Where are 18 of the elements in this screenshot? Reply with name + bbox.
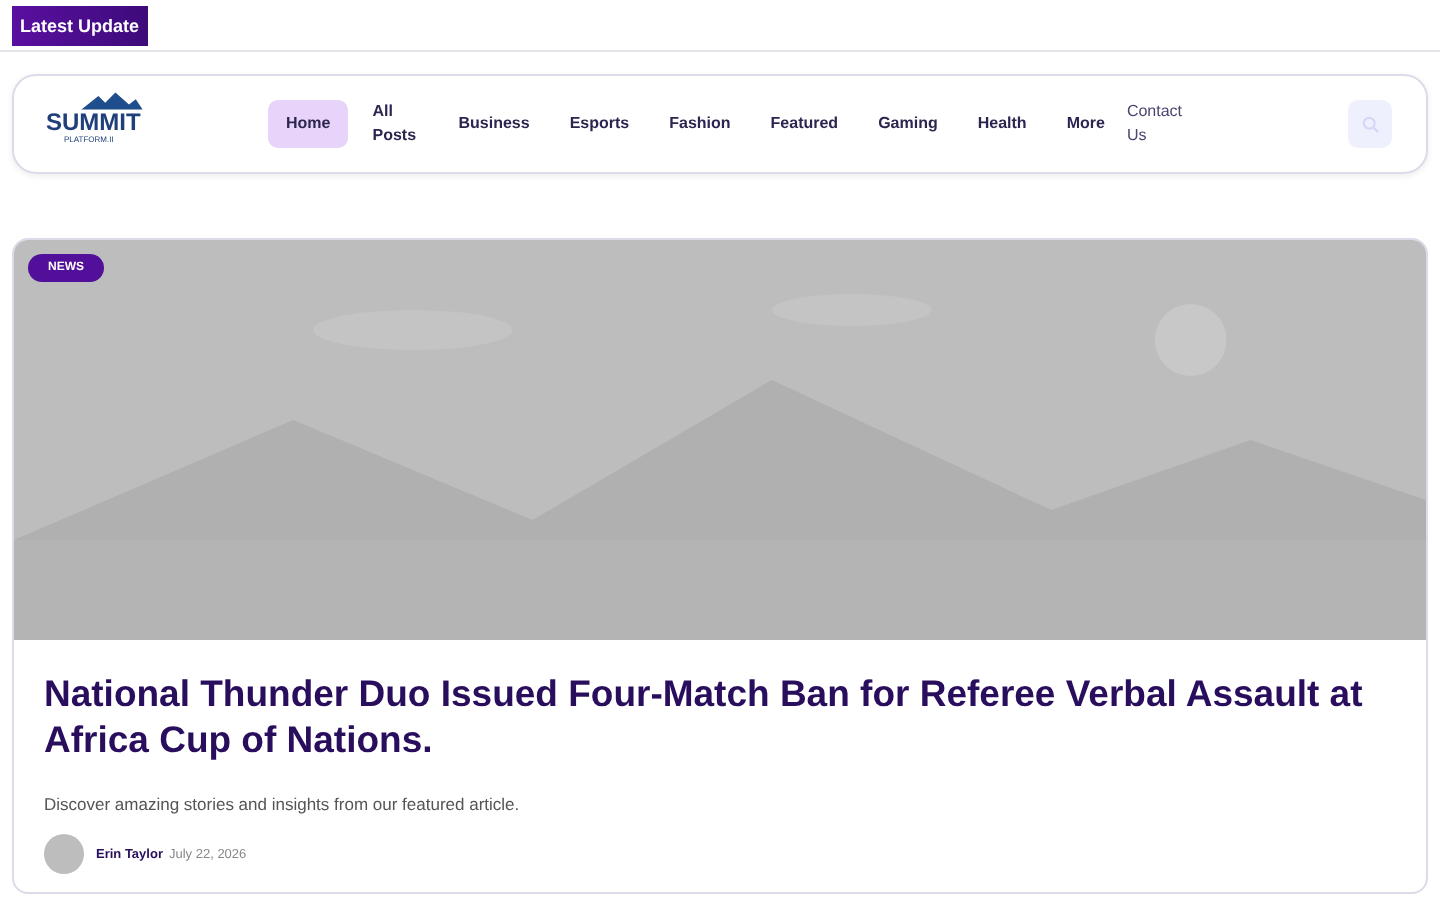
nav-link[interactable]: Contact Us — [1126, 100, 1191, 148]
nav-link[interactable]: Home — [268, 100, 349, 148]
logo-text[interactable]: SUMMIT — [46, 109, 141, 133]
search-button[interactable] — [1348, 100, 1392, 148]
article-title[interactable]: National Thunder Duo Issued Four-Match Ban for Referee Verbal Assault at Africa Cup of Nations. — [44, 670, 1396, 762]
avatar — [44, 834, 84, 874]
nav-link[interactable]: All Posts — [372, 100, 417, 148]
nav-link[interactable]: Featured — [756, 98, 853, 150]
mountain-icon — [78, 91, 146, 109]
nav-link[interactable]: Health — [963, 98, 1041, 150]
latest-update-badge: Latest Update — [12, 6, 148, 46]
nav-link[interactable]: Esports — [555, 98, 644, 150]
nav-link[interactable]: Business — [444, 98, 544, 150]
nav-link[interactable]: Gaming — [864, 98, 952, 150]
nav-link[interactable]: More — [1052, 98, 1119, 150]
article-description: Discover amazing stories and insights from our featured article. — [44, 794, 522, 814]
nav-link[interactable]: Fashion — [655, 98, 745, 150]
search-icon — [1361, 115, 1379, 133]
